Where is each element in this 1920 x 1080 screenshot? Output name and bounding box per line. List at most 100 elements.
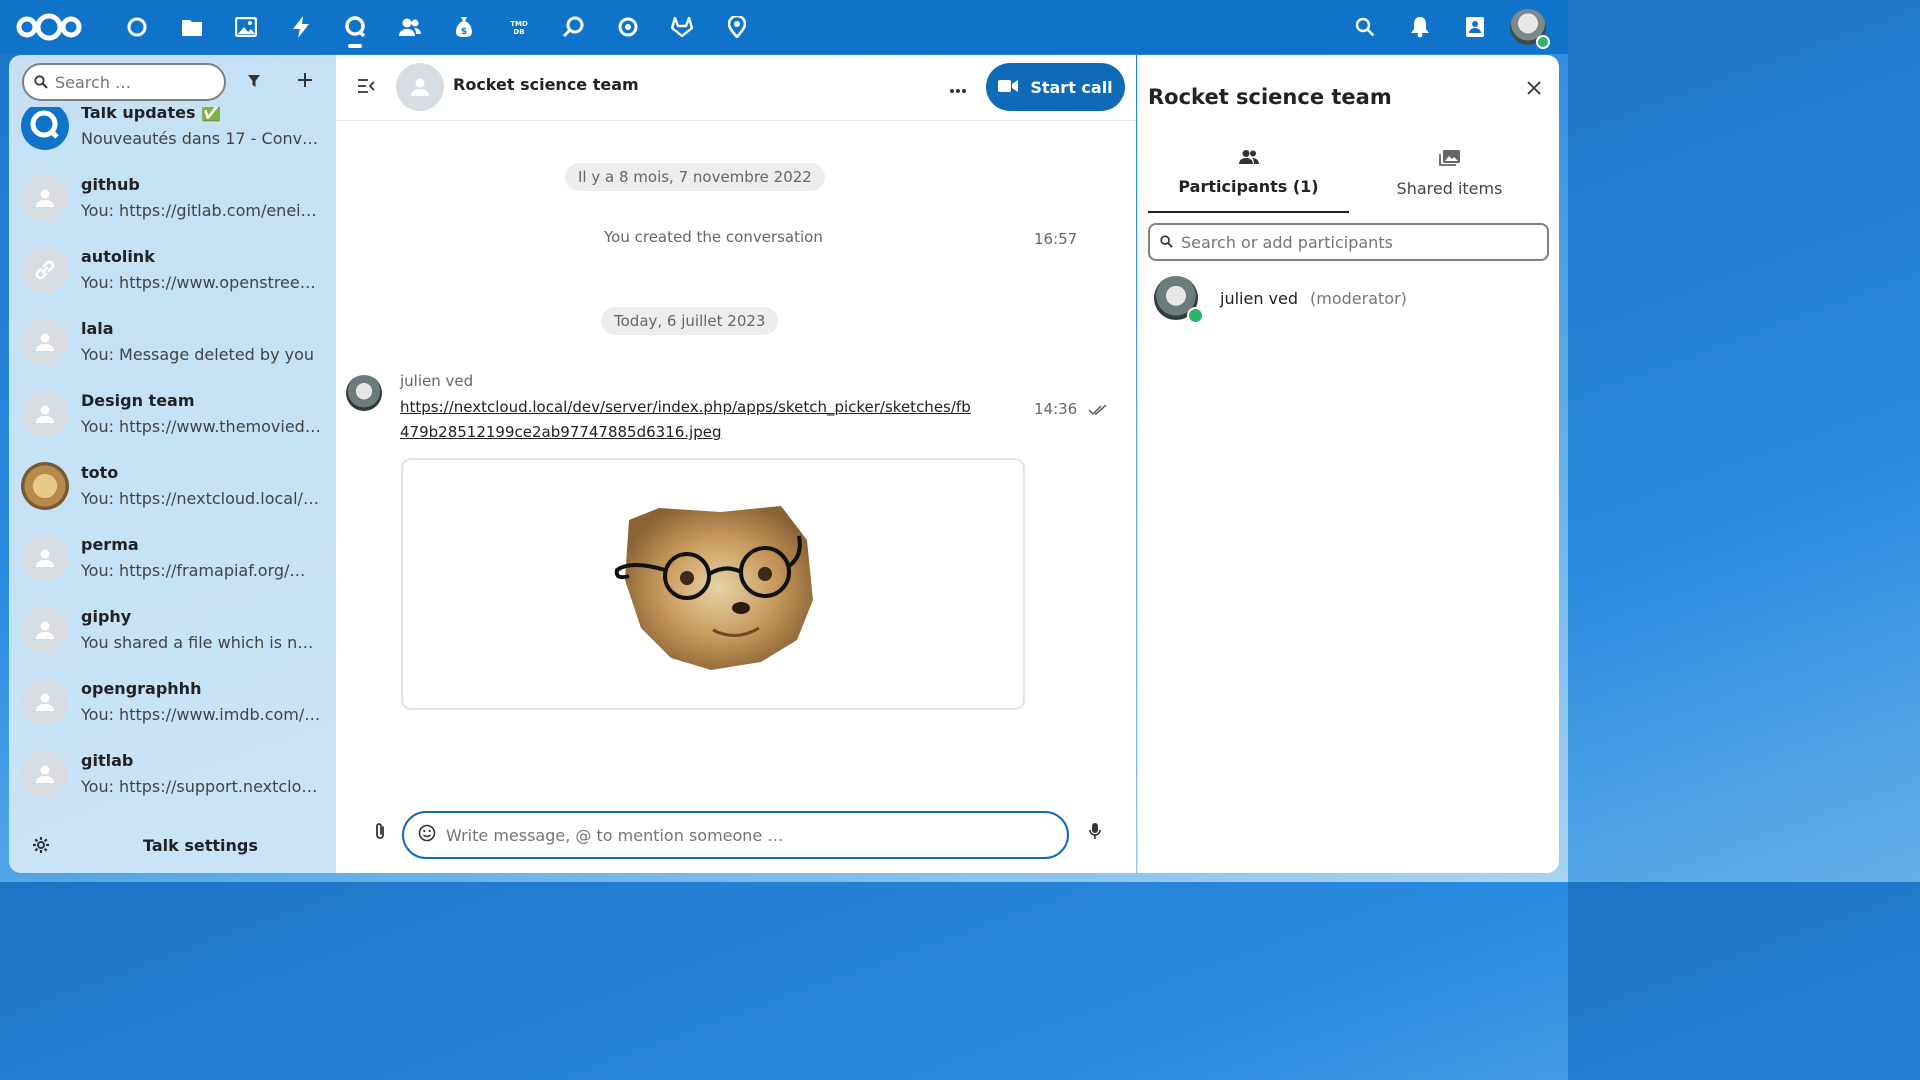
contacts-icon[interactable] — [383, 0, 438, 54]
user-avatar — [21, 462, 69, 510]
participant-search[interactable] — [1148, 223, 1549, 261]
group-avatar-icon — [21, 318, 69, 366]
conversation-last-message: You: https://www.themovied… — [81, 417, 321, 436]
talk-settings-label: Talk settings — [143, 835, 258, 855]
participant-search-input[interactable] — [1181, 232, 1521, 252]
filter-button[interactable] — [235, 63, 273, 101]
conversation-search[interactable] — [22, 63, 226, 101]
author-avatar[interactable] — [346, 375, 382, 411]
microphone-icon — [1089, 822, 1101, 844]
conversation-item[interactable]: opengraphhh You: https://www.imdb.com/… — [21, 669, 326, 735]
conversation-search-input[interactable] — [55, 72, 205, 92]
conversation-last-message: You: https://www.openstreet… — [81, 273, 321, 292]
message-author[interactable]: julien ved — [400, 372, 473, 390]
search-icon[interactable] — [1337, 0, 1392, 54]
search-icon — [34, 75, 48, 89]
conversation-item[interactable]: giphy You shared a file which is no l… — [21, 597, 326, 663]
link-preview[interactable] — [401, 458, 1025, 710]
toggle-sidebar-button[interactable] — [350, 69, 382, 105]
tab-shared-items[interactable]: Shared items — [1349, 149, 1550, 213]
participant-item[interactable]: julien ved (moderator) — [1148, 273, 1548, 324]
start-call-button[interactable]: Start call — [986, 63, 1125, 111]
conversation-item[interactable]: Design team You: https://www.themovied… — [21, 381, 326, 447]
conversation-item[interactable]: perma You: https://framapiaf.org/@… — [21, 525, 326, 591]
search-app-icon[interactable] — [546, 0, 601, 54]
more-icon — [950, 78, 966, 97]
talk-settings-button[interactable]: Talk settings — [9, 817, 336, 873]
panel-title: Rocket science team — [1148, 85, 1392, 109]
svg-text:DB: DB — [513, 28, 524, 35]
new-conversation-button[interactable] — [286, 63, 324, 101]
conversation-list: Talk updates ✅ Nouveautés dans 17 - Conv… — [9, 107, 336, 807]
chat-view: Rocket science team Start call Il y a 8 … — [336, 55, 1136, 873]
paperclip-icon — [374, 822, 386, 844]
online-status-icon — [1187, 307, 1204, 324]
top-bar: $ TMD DB — [0, 0, 1568, 54]
message-link[interactable]: https://nextcloud.local/dev/server/index… — [400, 395, 980, 445]
participant-name: julien ved — [1220, 288, 1299, 308]
tab-participants[interactable]: Participants (1) — [1148, 149, 1349, 213]
participants-icon — [1238, 149, 1259, 169]
activity-icon[interactable] — [274, 0, 329, 54]
group-avatar-icon — [21, 606, 69, 654]
read-receipt-icon — [1088, 401, 1108, 420]
group-avatar-icon — [21, 390, 69, 438]
emoji-icon[interactable] — [418, 824, 436, 846]
notifications-icon[interactable] — [1392, 0, 1447, 54]
conversation-last-message: You: https://nextcloud.local/… — [81, 489, 319, 508]
group-avatar-icon — [21, 174, 69, 222]
system-message: You created the conversation — [604, 228, 823, 246]
sketch-image — [611, 500, 817, 672]
conversation-last-message: You shared a file which is no l… — [81, 633, 321, 652]
conversation-title[interactable]: Rocket science team — [453, 75, 639, 94]
files-icon[interactable] — [165, 0, 220, 54]
talk-icon[interactable] — [328, 0, 383, 54]
menu-collapse-icon — [357, 78, 375, 97]
conversation-last-message: You: https://gitlab.com/eneil… — [81, 201, 321, 220]
svg-text:$: $ — [461, 27, 467, 37]
tab-shared-items-label: Shared items — [1396, 179, 1503, 198]
conversation-name: gitlab — [81, 751, 134, 770]
video-camera-icon — [998, 78, 1019, 97]
date-separator: Today, 6 juillet 2023 — [601, 307, 779, 335]
group-avatar-icon — [21, 534, 69, 582]
circle-app-icon[interactable] — [601, 0, 656, 54]
conversation-name: perma — [81, 535, 139, 554]
more-actions-button[interactable] — [940, 69, 976, 105]
date-separator: Il y a 8 mois, 7 novembre 2022 — [565, 163, 825, 191]
message-time: 14:36 — [1034, 400, 1078, 418]
dashboard-icon[interactable] — [110, 0, 165, 54]
close-panel-button[interactable] — [1516, 71, 1552, 107]
voice-message-button[interactable] — [1081, 819, 1109, 847]
participant-avatar — [1154, 276, 1204, 324]
conversation-name: giphy — [81, 607, 132, 626]
conversation-item[interactable]: github You: https://gitlab.com/eneil… — [21, 165, 326, 231]
tmdb-icon[interactable]: TMD DB — [492, 0, 547, 54]
group-avatar-icon — [21, 750, 69, 798]
search-icon — [1160, 233, 1173, 252]
shared-items-icon — [1438, 149, 1461, 171]
conversation-avatar — [396, 63, 444, 111]
conversation-item[interactable]: gitlab You: https://support.nextclou… — [21, 741, 326, 807]
filter-icon — [247, 73, 261, 92]
conversation-item[interactable]: Talk updates ✅ Nouveautés dans 17 - Conv… — [21, 107, 326, 159]
nextcloud-logo[interactable] — [15, 12, 83, 42]
user-avatar[interactable] — [1510, 9, 1550, 49]
message-input[interactable] — [446, 825, 1026, 845]
conversation-item[interactable]: lala You: Message deleted by you — [21, 309, 326, 375]
maps-icon[interactable] — [710, 0, 765, 54]
conversation-name: Talk updates ✅ — [81, 107, 221, 122]
attach-button[interactable] — [366, 819, 394, 847]
conversation-name: autolink — [81, 247, 155, 266]
money-icon[interactable]: $ — [437, 0, 492, 54]
conversation-item[interactable]: autolink You: https://www.openstreet… — [21, 237, 326, 303]
tab-participants-label: Participants (1) — [1178, 177, 1319, 196]
conversation-item[interactable]: toto You: https://nextcloud.local/… — [21, 453, 326, 519]
conversation-last-message: Nouveautés dans 17 - Conver… — [81, 129, 321, 148]
conversation-last-message: You: https://support.nextclou… — [81, 777, 321, 796]
message-input-wrapper — [402, 811, 1069, 859]
gitlab-icon[interactable] — [655, 0, 710, 54]
contacts-menu-icon[interactable] — [1447, 0, 1502, 54]
svg-text:TMD: TMD — [510, 20, 528, 28]
photos-icon[interactable] — [219, 0, 274, 54]
